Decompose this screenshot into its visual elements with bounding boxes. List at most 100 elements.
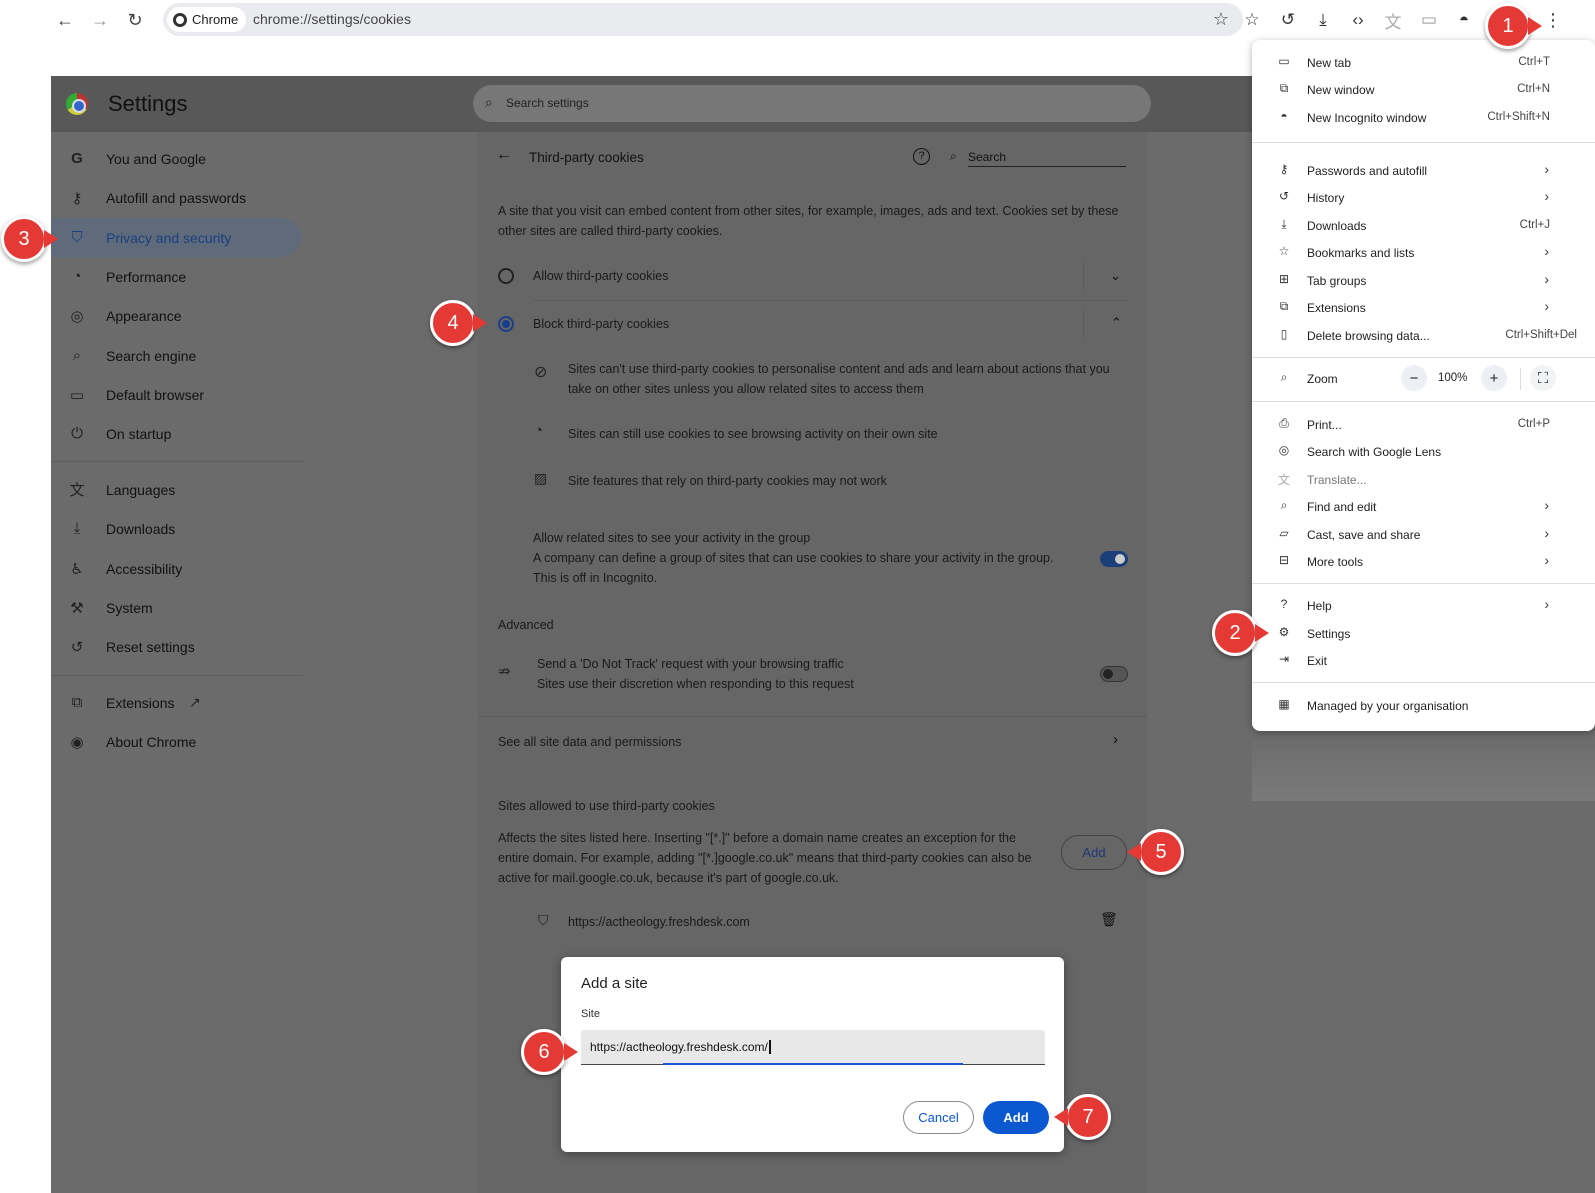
sidebar-item-accessibility[interactable]: ♿ Accessibility: [51, 549, 301, 588]
translate-icon[interactable]: 文: [1380, 7, 1406, 33]
reload-icon[interactable]: ↻: [123, 8, 147, 32]
menu-item-downloads[interactable]: ⤓ Downloads Ctrl+J: [1252, 212, 1595, 239]
callout-badge-3: 3: [1, 216, 58, 262]
sidebar-item-extensions[interactable]: ⧉ Extensions ↗: [51, 683, 301, 722]
callout-number: 2: [1229, 621, 1241, 644]
chevron-right-icon: ›: [1544, 188, 1549, 204]
callout-pointer: [1255, 624, 1269, 642]
menu-item-print[interactable]: ⎙ Print... Ctrl+P: [1252, 411, 1595, 438]
search-icon: ⌕: [950, 149, 957, 163]
sidebar-item-system[interactable]: ⚒ System: [51, 588, 301, 627]
menu-item-tab-groups[interactable]: ⊞ Tab groups ›: [1252, 267, 1595, 294]
back-icon[interactable]: ←: [53, 8, 77, 32]
menu-item-delete-data[interactable]: ▯ Delete browsing data... Ctrl+Shift+Del: [1252, 322, 1595, 349]
sidebar-item-label: Reset settings: [106, 638, 195, 655]
menu-item-label: New window: [1307, 83, 1375, 97]
menu-item-new-tab[interactable]: ▭ New tab Ctrl+T: [1252, 49, 1595, 76]
cookies-search-input[interactable]: Search: [968, 150, 1126, 167]
chevron-down-icon[interactable]: ⌄: [1110, 268, 1121, 284]
chevron-up-icon[interactable]: ⌃: [1111, 315, 1122, 331]
related-sites-toggle[interactable]: [1100, 551, 1128, 567]
settings-search[interactable]: ⌕ Search settings: [473, 85, 1151, 122]
toggle-knob: [1115, 554, 1125, 564]
menu-item-settings[interactable]: ⚙ Settings: [1252, 620, 1595, 647]
download-icon: ⤓: [1281, 217, 1287, 231]
kebab-menu-icon[interactable]: ⋮: [1540, 7, 1566, 33]
menu-item-more-tools[interactable]: ⊟ More tools ›: [1252, 548, 1595, 575]
dnt-title: Send a 'Do Not Track' request with your …: [537, 657, 844, 671]
intro-text: A site that you visit can embed content …: [498, 204, 1119, 238]
zoom-out-button[interactable]: −: [1401, 365, 1427, 391]
bookmark-star-icon[interactable]: ☆: [1213, 9, 1229, 30]
forward-icon[interactable]: →: [88, 8, 112, 32]
sidebar-item-reset-settings[interactable]: ↺ Reset settings: [51, 627, 301, 666]
block-radio[interactable]: [498, 316, 514, 332]
add-button[interactable]: Add: [983, 1101, 1049, 1134]
code-icon[interactable]: ‹›: [1345, 7, 1371, 33]
menu-item-extensions[interactable]: ⧉ Extensions ›: [1252, 294, 1595, 321]
menu-item-help[interactable]: ? Help ›: [1252, 592, 1595, 619]
history-icon[interactable]: ↺: [1275, 7, 1301, 33]
menu-item-cast-save-share[interactable]: ▱ Cast, save and share ›: [1252, 521, 1595, 548]
chevron-right-icon[interactable]: ›: [1113, 731, 1118, 748]
sidebar-item-appearance[interactable]: ◎ Appearance: [51, 296, 301, 335]
palette-icon: ◎: [70, 307, 84, 325]
sidebar-item-languages[interactable]: 文 Languages: [51, 470, 301, 509]
devices-icon[interactable]: ▭: [1416, 7, 1442, 33]
zoom-in-button[interactable]: +: [1481, 365, 1507, 391]
chrome-icon: ◉: [70, 733, 84, 751]
sidebar-item-privacy[interactable]: ⛉ Privacy and security: [51, 218, 301, 257]
sidebar-item-autofill[interactable]: ⚷ Autofill and passwords: [51, 178, 301, 217]
new-tab-icon: ▭: [1278, 54, 1290, 68]
star-icon[interactable]: ☆: [1239, 7, 1265, 33]
chrome-icon: [173, 12, 187, 27]
download-icon[interactable]: ⤓: [1310, 7, 1336, 33]
dnt-toggle[interactable]: [1100, 666, 1128, 682]
sidebar-item-label: Performance: [106, 268, 187, 285]
sidebar-item-label: About Chrome: [106, 733, 197, 750]
sidebar-item-performance[interactable]: ◔ Performance: [51, 257, 301, 296]
allow-radio[interactable]: [498, 268, 514, 284]
callout-number: 5: [1155, 840, 1167, 863]
sidebar-item-downloads[interactable]: ⤓ Downloads: [51, 509, 301, 548]
sidebar-item-on-startup[interactable]: ⏻ On startup: [51, 414, 301, 453]
trash-icon[interactable]: 🗑: [1100, 911, 1118, 928]
sidebar-item-about-chrome[interactable]: ◉ About Chrome: [51, 722, 301, 761]
url-text[interactable]: chrome://settings/cookies: [253, 11, 411, 27]
callout-badge-7: 7: [1054, 1094, 1111, 1140]
menu-item-passwords[interactable]: ⚷ Passwords and autofill ›: [1252, 157, 1595, 184]
menu-item-bookmarks[interactable]: ☆ Bookmarks and lists ›: [1252, 239, 1595, 266]
menu-item-google-lens[interactable]: ◎ Search with Google Lens: [1252, 438, 1595, 465]
incognito-icon[interactable]: ◓: [1451, 7, 1477, 33]
sidebar-item-you-and-google[interactable]: G You and Google: [51, 139, 301, 178]
menu-item-history[interactable]: ↺ History ›: [1252, 184, 1595, 211]
help-icon: ?: [1280, 597, 1288, 611]
menu-item-label: Search with Google Lens: [1307, 445, 1442, 459]
menu-item-managed[interactable]: ▦ Managed by your organisation: [1252, 692, 1595, 719]
menu-item-find-edit[interactable]: ⌕ Find and edit ›: [1252, 493, 1595, 520]
sidebar-item-label: On startup: [106, 425, 172, 442]
allowed-desc: Affects the sites listed here. Inserting…: [498, 831, 1032, 885]
add-site-button[interactable]: Add: [1061, 835, 1127, 870]
key-icon: ⚷: [71, 189, 83, 207]
menu-item-exit[interactable]: ⇥ Exit: [1252, 647, 1595, 674]
back-arrow-icon[interactable]: ←: [496, 146, 512, 164]
site-input[interactable]: https://actheology.freshdesk.com/: [581, 1030, 1045, 1065]
menu-item-shortcut: Ctrl+J: [1519, 219, 1550, 231]
menu-item-incognito[interactable]: ◓ New Incognito window Ctrl+Shift+N: [1252, 104, 1595, 131]
see-all-link[interactable]: See all site data and permissions: [498, 732, 681, 752]
menu-item-label: Tab groups: [1307, 274, 1367, 288]
new-window-icon: ⧉: [1279, 81, 1289, 95]
menu-item-new-window[interactable]: ⧉ New window Ctrl+N: [1252, 76, 1595, 103]
tab-groups-icon: ⊞: [1278, 272, 1290, 286]
sidebar-item-default-browser[interactable]: ▭ Default browser: [51, 375, 301, 414]
callout-number: 4: [447, 311, 459, 334]
fullscreen-icon[interactable]: ⛶: [1530, 365, 1556, 391]
address-bar[interactable]: Chrome chrome://settings/cookies ☆: [163, 3, 1243, 36]
site-info-chip[interactable]: Chrome: [167, 7, 247, 32]
history-icon: ↺: [1278, 189, 1290, 203]
help-icon[interactable]: ?: [913, 148, 930, 165]
settings-title: Settings: [108, 91, 188, 116]
sidebar-item-search-engine[interactable]: ⌕ Search engine: [51, 336, 301, 375]
cancel-button[interactable]: Cancel: [903, 1101, 974, 1134]
